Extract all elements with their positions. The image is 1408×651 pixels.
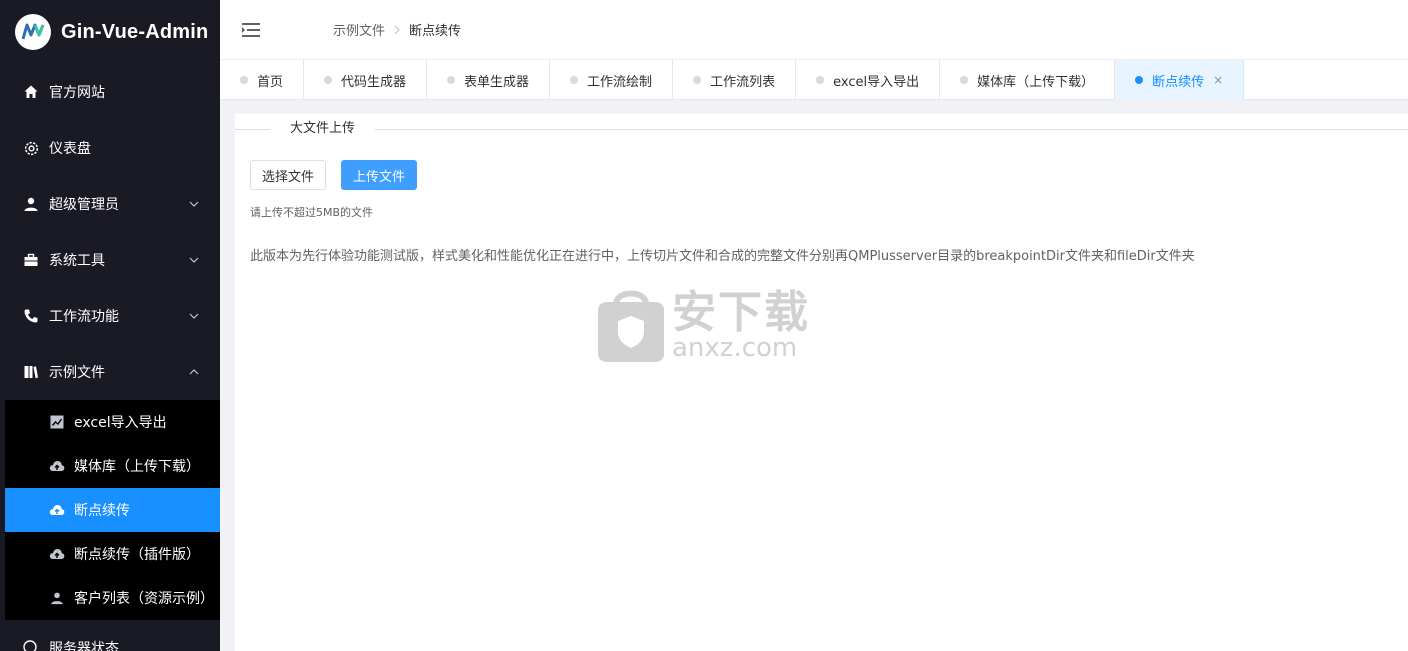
chevron-down-icon — [188, 310, 200, 322]
sidebar-subitem-label: 客户列表（资源示例） — [74, 591, 214, 607]
tab-dot-icon — [324, 76, 333, 84]
upload-actions: 选择文件 上传文件 — [250, 160, 1408, 190]
tab-dot-icon — [816, 76, 825, 84]
toolbox-icon — [22, 251, 40, 269]
tab-label: 工作流列表 — [710, 74, 776, 90]
watermark-text: 安下载 anxz.com — [672, 287, 810, 363]
content-panel: 大文件上传 选择文件 上传文件 请上传不超过5MB的文件 此版本为先行体验功能测… — [235, 114, 1408, 651]
app-title: Gin-Vue-Admin — [61, 20, 209, 43]
sidebar: Gin-Vue-Admin 官方网站 仪表盘 超级管理员 系统工具 工作流功能 … — [0, 0, 220, 651]
close-icon[interactable]: × — [1213, 73, 1223, 87]
tab-workflow-list[interactable]: 工作流列表 — [673, 60, 797, 100]
upload-file-button[interactable]: 上传文件 — [341, 160, 418, 190]
breadcrumb-current: 断点续传 — [409, 24, 462, 39]
tab-label: 媒体库（上传下载） — [977, 74, 1095, 90]
bag-logo-icon — [596, 284, 666, 368]
sidebar-item-label: 工作流功能 — [49, 309, 119, 325]
sidebar-subitem-label: excel导入导出 — [74, 415, 167, 431]
section-divider: 大文件上传 — [235, 120, 1408, 138]
user-icon — [49, 590, 65, 606]
server-icon — [22, 639, 40, 651]
phone-icon — [22, 307, 40, 325]
chevron-down-icon — [188, 254, 200, 266]
tab-home[interactable]: 首页 — [220, 60, 305, 100]
tab-label: 代码生成器 — [341, 74, 407, 90]
cloud-upload-icon — [49, 502, 65, 518]
chevron-up-icon — [188, 366, 200, 378]
sidebar-item-systemtools[interactable]: 系统工具 — [0, 232, 220, 288]
tab-bar: 首页 代码生成器 表单生成器 工作流绘制 工作流列表 excel导入导出 媒体库… — [220, 60, 1408, 100]
sidebar-subitem-breakpoint-plugin[interactable]: 断点续传（插件版） — [5, 532, 220, 576]
sidebar-subitem-customers[interactable]: 客户列表（资源示例） — [5, 576, 220, 620]
sidebar-item-label: 仪表盘 — [49, 141, 91, 157]
chart-icon — [49, 414, 65, 430]
sidebar-item-workflow[interactable]: 工作流功能 — [0, 288, 220, 344]
choose-file-button[interactable]: 选择文件 — [250, 160, 327, 190]
sidebar-item-superadmin[interactable]: 超级管理员 — [0, 176, 220, 232]
tab-dot-icon — [693, 76, 702, 84]
tab-dot-icon — [960, 76, 969, 84]
sidebar-item-label: 示例文件 — [49, 365, 105, 381]
tab-dot-icon — [240, 76, 248, 84]
tab-code-generator[interactable]: 代码生成器 — [304, 60, 428, 100]
files-icon — [22, 363, 40, 381]
tab-dot-icon — [447, 76, 456, 84]
tab-workflow-draw[interactable]: 工作流绘制 — [550, 60, 674, 100]
cloud-upload-icon — [49, 546, 65, 562]
chevron-right-icon — [394, 25, 400, 35]
sidebar-subitem-label: 断点续传 — [74, 503, 130, 519]
tab-label: 首页 — [257, 74, 284, 90]
sidebar-subitem-media[interactable]: 媒体库（上传下载） — [5, 444, 220, 488]
sidebar-item-label: 官方网站 — [49, 85, 105, 101]
sidebar-item-examples[interactable]: 示例文件 — [0, 344, 220, 400]
home-icon — [22, 83, 40, 101]
sidebar-item-label: 超级管理员 — [49, 197, 119, 213]
sidebar-subitem-label: 断点续传（插件版） — [74, 547, 200, 563]
menu-fold-icon[interactable] — [242, 21, 260, 39]
sidebar-item-label: 服务器状态 — [49, 641, 119, 651]
chevron-down-icon — [188, 198, 200, 210]
gear-icon — [22, 139, 40, 157]
tab-label: 断点续传 — [1152, 74, 1205, 90]
upload-tip: 请上传不超过5MB的文件 — [250, 206, 374, 219]
tab-label: 工作流绘制 — [587, 74, 653, 90]
tab-dot-icon — [1135, 76, 1144, 84]
top-header: 示例文件 断点续传 — [220, 0, 1408, 60]
sidebar-subitem-excel[interactable]: excel导入导出 — [5, 400, 220, 444]
sidebar-subitem-breakpoint[interactable]: 断点续传 — [5, 488, 220, 532]
sidebar-subitem-label: 媒体库（上传下载） — [74, 459, 200, 475]
tab-media[interactable]: 媒体库（上传下载） — [940, 60, 1116, 100]
tab-label: excel导入导出 — [833, 74, 920, 90]
watermark: 安下载 anxz.com — [596, 284, 810, 368]
submenu-examples: excel导入导出 媒体库（上传下载） 断点续传 断点续传（插件版） 客户列表（… — [0, 400, 220, 620]
brand[interactable]: Gin-Vue-Admin — [0, 0, 220, 64]
tab-label: 表单生成器 — [464, 74, 530, 90]
app-logo-icon — [15, 14, 51, 50]
sidebar-item-server-status[interactable]: 服务器状态 — [0, 620, 220, 651]
tab-form-generator[interactable]: 表单生成器 — [427, 60, 551, 100]
tab-excel[interactable]: excel导入导出 — [796, 60, 941, 100]
sidebar-item-website[interactable]: 官方网站 — [0, 64, 220, 120]
sidebar-item-dashboard[interactable]: 仪表盘 — [0, 120, 220, 176]
tab-breakpoint[interactable]: 断点续传 × — [1115, 60, 1245, 100]
watermark-cn: 安下载 — [672, 287, 810, 338]
breadcrumb: 示例文件 断点续传 — [333, 20, 461, 39]
sidebar-item-label: 系统工具 — [49, 253, 105, 269]
watermark-en: anxz.com — [672, 333, 798, 363]
user-icon — [22, 195, 40, 213]
tab-dot-icon — [570, 76, 579, 84]
cloud-upload-icon — [49, 458, 65, 474]
section-title: 大文件上传 — [270, 120, 376, 138]
breadcrumb-parent[interactable]: 示例文件 — [333, 20, 385, 39]
feature-description: 此版本为先行体验功能测试版，样式美化和性能优化正在进行中，上传切片文件和合成的完… — [250, 249, 1195, 264]
